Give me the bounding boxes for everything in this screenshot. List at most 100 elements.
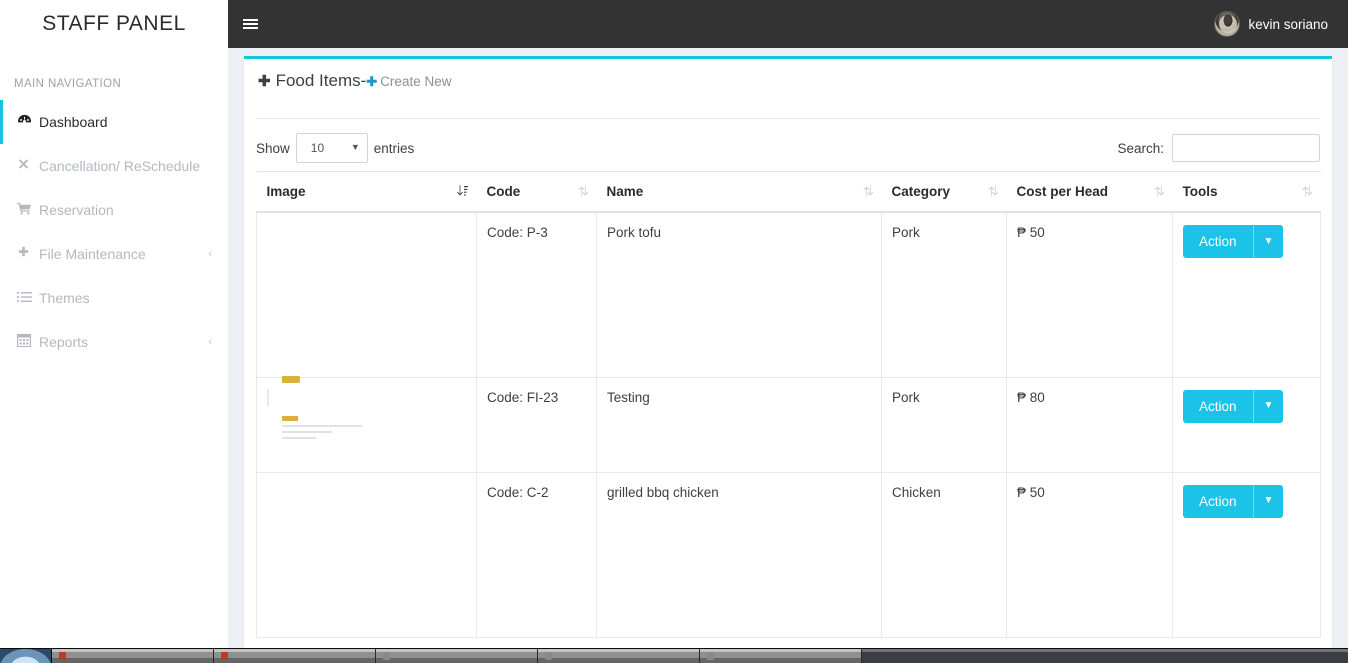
column-label: Cost per Head xyxy=(1016,184,1109,199)
action-dropdown-toggle[interactable]: ▼ xyxy=(1252,389,1284,423)
table-row: Code: C-2 grilled bbq chicken Chicken ₱ … xyxy=(256,472,1321,638)
action-dropdown-toggle[interactable]: ▼ xyxy=(1252,484,1284,518)
app-icon xyxy=(59,652,66,660)
list-icon xyxy=(17,290,39,307)
create-new-label: Create New xyxy=(380,74,452,89)
sidebar-item-label: Cancellation/ ReSchedule xyxy=(39,158,201,174)
sidebar-item-label: Reports xyxy=(39,334,89,350)
taskbar-item[interactable] xyxy=(538,649,700,663)
app-root: STAFF PANEL MAIN NAVIGATION Dashboard Ca… xyxy=(0,0,1348,663)
sidebar-item-reports[interactable]: Reports ‹ xyxy=(0,320,228,364)
table-row: Code: FI-23 Testing Pork ₱ 80 Action ▼ xyxy=(256,375,1321,473)
sidebar-section-title: MAIN NAVIGATION xyxy=(14,78,122,90)
entries-select[interactable]: 10 25 50 100 xyxy=(295,133,368,163)
column-header-name[interactable]: Name xyxy=(596,171,882,213)
sidebar-item-label: Dashboard xyxy=(39,114,108,130)
sidebar-nav: Dashboard Cancellation/ ReSchedule Reser… xyxy=(0,100,228,364)
cell-image xyxy=(256,375,477,473)
sidebar-item-dashboard[interactable]: Dashboard xyxy=(0,100,228,144)
screenshot-badge xyxy=(282,415,298,421)
action-button[interactable]: Action xyxy=(1183,225,1253,258)
calendar-icon xyxy=(16,333,39,351)
start-button[interactable] xyxy=(0,649,52,663)
screenshot-button xyxy=(282,375,300,383)
action-button-group: Action ▼ xyxy=(1183,389,1284,423)
hamburger-icon[interactable] xyxy=(228,0,272,48)
sort-both-icon xyxy=(1153,184,1164,199)
page-title: ✚ Food Items- xyxy=(258,71,366,91)
os-taskbar xyxy=(0,648,1348,663)
search-label: Search: xyxy=(1117,140,1164,156)
show-label: Show xyxy=(256,140,290,156)
column-header-category[interactable]: Category xyxy=(881,171,1007,213)
table-row: Code: P-3 Pork tofu Pork ₱ 50 Action ▼ xyxy=(256,212,1321,378)
user-menu[interactable]: kevin soriano xyxy=(1214,11,1348,37)
taskbar-item[interactable] xyxy=(376,649,538,663)
cell-category: Pork xyxy=(881,377,1007,473)
food-items-panel: ✚ Food Items- ✚ Create New Show 10 25 xyxy=(244,56,1332,648)
table-head: Image Code Name Category Cost per Head T… xyxy=(256,171,1321,213)
show-entries-control: Show 10 25 50 100 ▼ entries xyxy=(256,133,414,163)
cell-name: Pork tofu xyxy=(596,212,882,378)
taskbar-item[interactable] xyxy=(700,649,862,663)
cell-code: Code: C-2 xyxy=(476,472,597,638)
action-button[interactable]: Action xyxy=(1183,484,1253,518)
cell-cost: ₱ 80 xyxy=(1006,377,1173,473)
screenshot-line xyxy=(282,430,332,433)
brand-title: STAFF PANEL xyxy=(42,12,186,35)
entries-select-wrap: 10 25 50 100 ▼ xyxy=(295,133,368,163)
avatar xyxy=(1214,11,1241,37)
sidebar-item-themes[interactable]: Themes xyxy=(0,276,228,320)
cell-cost: ₱ 50 xyxy=(1006,472,1173,638)
chevron-left-icon: ‹ xyxy=(208,336,212,348)
column-label: Tools xyxy=(1182,184,1218,199)
top-navbar: kevin soriano xyxy=(228,0,1348,48)
column-label: Category xyxy=(891,184,951,199)
cell-tools: Action ▼ xyxy=(1172,377,1321,473)
sidebar-item-cancellation-reschedule[interactable]: Cancellation/ ReSchedule xyxy=(0,144,228,188)
sort-both-icon xyxy=(577,184,588,199)
food-items-table: Image Code Name Category Cost per Head T… xyxy=(256,171,1321,638)
search-input[interactable] xyxy=(1172,134,1320,162)
column-header-code[interactable]: Code xyxy=(476,171,597,213)
taskbar-item[interactable] xyxy=(52,649,214,663)
action-button-group: Action ▼ xyxy=(1183,484,1284,518)
cell-code: Code: FI-23 xyxy=(476,377,597,473)
app-icon xyxy=(545,652,552,660)
content-wrapper: ✚ Food Items- ✚ Create New Show 10 25 xyxy=(228,48,1348,648)
action-button[interactable]: Action xyxy=(1183,389,1253,423)
sidebar-item-reservation[interactable]: Reservation xyxy=(0,188,228,232)
sidebar-item-label: File Maintenance xyxy=(39,246,146,262)
sort-both-icon xyxy=(862,184,873,199)
plus-icon: ✚ xyxy=(366,74,378,89)
website-screenshot xyxy=(267,375,362,439)
column-header-cost-per-head[interactable]: Cost per Head xyxy=(1006,171,1173,213)
cell-tools: Action ▼ xyxy=(1172,212,1321,378)
sidebar-item-label: Reservation xyxy=(39,202,114,218)
chevron-left-icon: ‹ xyxy=(208,248,212,260)
taskbar-item[interactable] xyxy=(214,649,376,663)
cell-image xyxy=(256,472,477,638)
cell-name: Testing xyxy=(596,377,882,473)
action-button-group: Action ▼ xyxy=(1183,225,1284,258)
cell-code: Code: P-3 xyxy=(476,212,597,378)
column-label: Name xyxy=(606,184,644,199)
plus-icon: ✚ xyxy=(258,73,271,90)
sort-desc-icon xyxy=(456,184,468,199)
sort-both-icon xyxy=(987,184,998,199)
table-toolbar: Show 10 25 50 100 ▼ entries Search: xyxy=(244,119,1332,171)
table-body: Code: P-3 Pork tofu Pork ₱ 50 Action ▼ C… xyxy=(256,212,1321,638)
sidebar: STAFF PANEL MAIN NAVIGATION Dashboard Ca… xyxy=(0,0,228,648)
column-header-tools[interactable]: Tools xyxy=(1172,171,1321,213)
create-new-button[interactable]: ✚ Create New xyxy=(366,74,451,90)
sidebar-item-file-maintenance[interactable]: File Maintenance ‹ xyxy=(0,232,228,276)
app-icon xyxy=(221,652,228,660)
cell-category: Pork xyxy=(881,212,1007,378)
screenshot-line xyxy=(282,424,362,427)
cell-cost: ₱ 50 xyxy=(1006,212,1173,378)
column-label: Code xyxy=(486,184,521,199)
food-thumbnail[interactable] xyxy=(267,375,407,439)
action-dropdown-toggle[interactable]: ▼ xyxy=(1252,225,1284,258)
column-header-image[interactable]: Image xyxy=(256,171,477,213)
cell-tools: Action ▼ xyxy=(1172,472,1321,638)
